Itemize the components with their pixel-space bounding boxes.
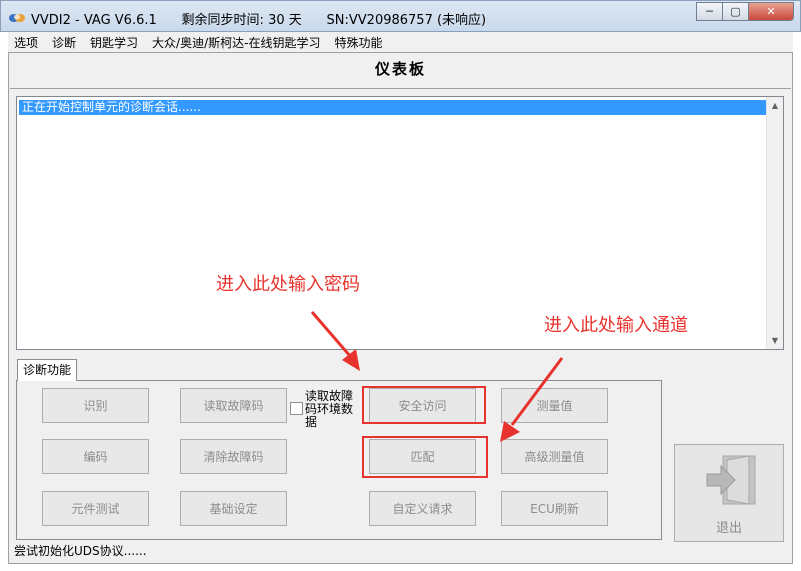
tab-diagnostic-functions[interactable]: 诊断功能: [17, 359, 77, 381]
annotation-arrow-password: [310, 311, 360, 371]
annotation-arrow-channel: [500, 357, 564, 442]
annotation-arrows: [310, 311, 564, 442]
